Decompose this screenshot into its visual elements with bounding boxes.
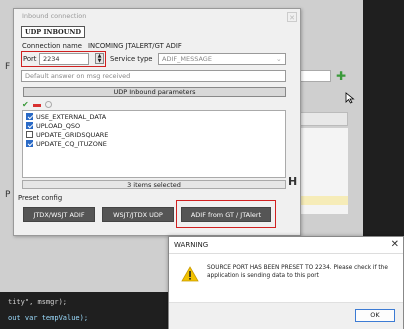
params-header: UDP Inbound parameters [23, 87, 286, 97]
warning-message: SOURCE PORT HAS BEEN PRESET TO 2234. Ple… [207, 265, 388, 279]
selected-count: 3 items selected [22, 180, 286, 189]
reset-icon[interactable] [44, 101, 52, 108]
param-label: UPDATE_GRIDSQUARE [36, 131, 109, 139]
uncheck-all-icon[interactable] [32, 104, 41, 107]
param-label: USE_EXTERNAL_DATA [36, 113, 107, 121]
warning-dialog: WARNING ✕ SOURCE PORT HAS BEEN PRESET TO… [168, 236, 404, 329]
checkbox-unchecked[interactable] [26, 130, 33, 138]
background-label-p: P [5, 190, 11, 200]
code-line: tity", msmgr); [8, 298, 68, 306]
add-icon[interactable]: ✚ [336, 70, 346, 82]
checkbox-checked[interactable] [26, 112, 33, 120]
service-type-select[interactable]: ADIF_MESSAGE [158, 53, 286, 65]
background-label-f: F [5, 62, 11, 72]
list-item[interactable]: UPLOAD_QSO [26, 121, 81, 131]
preset-config-label: Preset config [18, 194, 63, 202]
warning-footer: OK [169, 302, 403, 329]
warning-icon [181, 266, 199, 282]
check-all-icon[interactable]: ✔ [22, 101, 29, 109]
list-item[interactable]: UPDATE_GRIDSQUARE [26, 130, 109, 140]
ok-button[interactable]: OK [355, 309, 395, 322]
list-item[interactable]: USE_EXTERNAL_DATA [26, 112, 107, 122]
params-toolbar: ✔ [22, 101, 52, 109]
h-icon[interactable]: H [288, 175, 297, 188]
preset-jtdx-wsjt-adif-button[interactable]: JTDX/WSJT ADIF [23, 207, 95, 222]
connection-name-label: Connection name [22, 42, 82, 50]
mouse-cursor-icon [345, 92, 355, 104]
inbound-connection-dialog: Inbound connection ✕ UDP INBOUND Connect… [13, 8, 301, 236]
dialog-title: Inbound connection [22, 12, 87, 20]
udp-inbound-tag: UDP INBOUND [21, 26, 85, 38]
warning-body: SOURCE PORT HAS BEEN PRESET TO 2234. Ple… [169, 254, 403, 302]
warning-header: WARNING ✕ [169, 237, 403, 254]
param-label: UPDATE_CQ_ITUZONE [36, 140, 107, 148]
checkbox-checked[interactable] [26, 121, 33, 129]
preset-highlight [176, 200, 276, 228]
preset-wsjt-jtdx-udp-button[interactable]: WSJT/JTDX UDP [102, 207, 174, 222]
close-icon[interactable]: ✕ [391, 239, 399, 250]
param-label: UPLOAD_QSO [36, 122, 81, 130]
port-highlight [21, 51, 106, 67]
close-icon[interactable]: ✕ [287, 12, 297, 22]
list-item[interactable]: UPDATE_CQ_ITUZONE [26, 139, 107, 149]
connection-name-field[interactable]: INCOMING JTALERT/GT ADIF [88, 42, 182, 50]
chevron-down-icon[interactable]: ⌄ [276, 55, 282, 63]
default-answer-field[interactable]: Default answer on msg received [21, 70, 286, 82]
checkbox-checked[interactable] [26, 139, 33, 147]
service-type-label: Service type [110, 55, 153, 63]
code-line: out var tempValue); [8, 314, 89, 322]
warning-title: WARNING [174, 241, 209, 249]
params-list: USE_EXTERNAL_DATA UPLOAD_QSO UPDATE_GRID… [22, 110, 286, 178]
